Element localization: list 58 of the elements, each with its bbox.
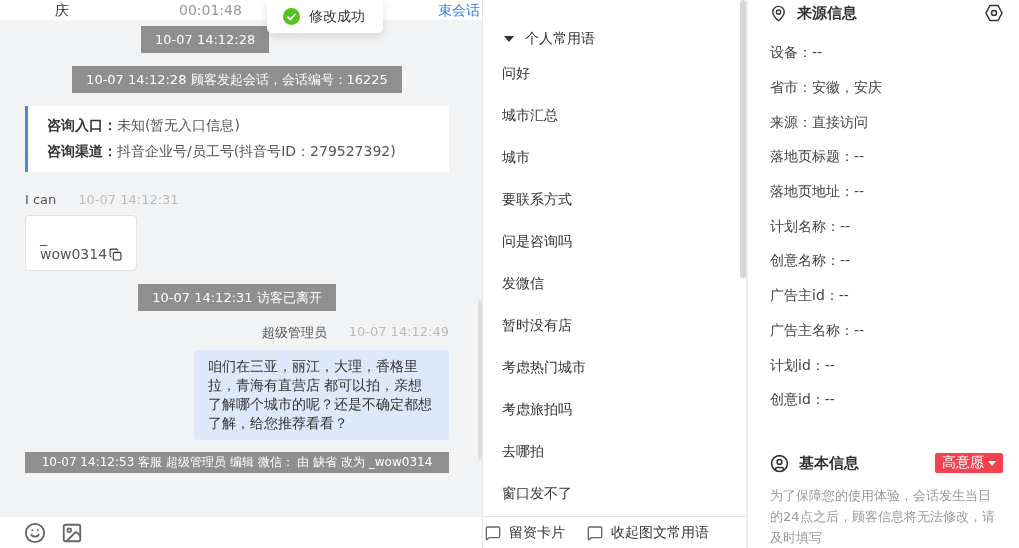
phrase-item[interactable]: 城市 (502, 148, 724, 190)
system-notice: 10-07 14:12:53 客服 超级管理员 编辑 微信： 由 缺省 改为 _wow0314 (25, 452, 449, 473)
toast-message: 修改成功 (309, 7, 365, 26)
source-info-row-text: 省市：安徽，安庆 (770, 78, 883, 98)
phrase-item[interactable]: 城市汇总 (502, 106, 724, 148)
source-info-row-text: 落地页地址：-- (770, 182, 866, 202)
sender-name: I can (25, 192, 57, 207)
phrase-action-button[interactable]: 收起图文常用语 (587, 523, 709, 542)
system-notice: 10-07 14:12:28 (141, 26, 270, 53)
emoji-icon[interactable] (24, 521, 46, 544)
image-icon[interactable] (61, 521, 83, 544)
message-bubble: 咱们在三亚，丽江，大理，香格里拉，青海有直营店 都可以拍，亲想了解哪个城市的呢？还是不确定都想了解，给您推荐看看？ (194, 350, 449, 440)
source-info-row-text: 创意id：-- (770, 390, 836, 410)
consult-info-row-text: 咨询入口：未知(暂无入口信息) (47, 117, 241, 135)
session-timer: 00:01:48 (179, 1, 242, 19)
phrase-item[interactable]: 问是咨询吗 (502, 232, 724, 274)
phrase-group-header[interactable]: 个人常用语 (504, 30, 595, 48)
sender-name: 超级管理员 (261, 324, 327, 342)
source-info-row-text: 创意名称：-- (770, 251, 852, 271)
source-info-row-text: 广告主名称：-- (770, 320, 866, 340)
phrase-item[interactable]: 问好 (502, 64, 724, 106)
phrase-item[interactable]: 要联系方式 (502, 190, 724, 232)
source-info-row-text: 设备：-- (770, 43, 824, 63)
source-info-row-text: 落地页标题：-- (770, 147, 866, 167)
system-notice: 10-07 14:12:31 访客已离开 (138, 284, 336, 311)
section-title: 来源信息 (797, 4, 858, 23)
phrase-group-title: 个人常用语 (525, 30, 595, 48)
message-text: _ (40, 230, 47, 246)
intent-tag-dropdown[interactable]: 高意愿 (935, 453, 1003, 474)
phrase-item[interactable]: 考虑旅拍吗 (502, 400, 724, 442)
consult-info-row-text: 咨询渠道：抖音企业号/员工号(抖音号ID：279527392) (47, 143, 397, 161)
message-icon (587, 524, 603, 541)
message-time: 10-07 14:12:31 (78, 192, 179, 207)
message-text: wow0314 (40, 246, 108, 262)
section-title: 基本信息 (799, 453, 860, 473)
end-session-link[interactable]: 束会话 (437, 1, 480, 19)
source-info-row-text: 来源：直接访问 (770, 112, 869, 132)
copy-icon[interactable] (109, 247, 123, 261)
source-info-row-text: 计划名称：-- (770, 216, 852, 236)
phrase-item[interactable]: 考虑热门城市 (502, 358, 724, 400)
message-time: 10-07 14:12:49 (348, 324, 449, 341)
location-pin-icon (770, 5, 787, 22)
visitor-name: 庆 (55, 1, 69, 19)
check-icon (283, 8, 300, 25)
phrase-item[interactable]: 去哪拍 (502, 442, 724, 484)
source-info-row-text: 计划id：-- (770, 355, 836, 375)
settings-icon[interactable] (985, 4, 1003, 23)
phrase-item[interactable]: 窗口发不了 (502, 484, 724, 516)
phrase-item[interactable]: 暂时没有店 (502, 316, 724, 358)
message-icon (485, 524, 501, 541)
system-notice: 10-07 14:12:28 顾客发起会话，会话编号：16225 (72, 66, 402, 93)
source-info-row-text: 广告主id：-- (770, 286, 850, 306)
notice-text: 为了保障您的使用体验，会话发生当日的24点之后，顾客信息将无法修改，请及时填写 (770, 486, 996, 547)
scrollbar[interactable] (740, 0, 746, 278)
phrase-item[interactable]: 发微信 (502, 274, 724, 316)
caret-icon (988, 460, 996, 466)
phrase-action-button[interactable]: 留资卡片 (485, 523, 565, 542)
user-icon (770, 453, 789, 473)
